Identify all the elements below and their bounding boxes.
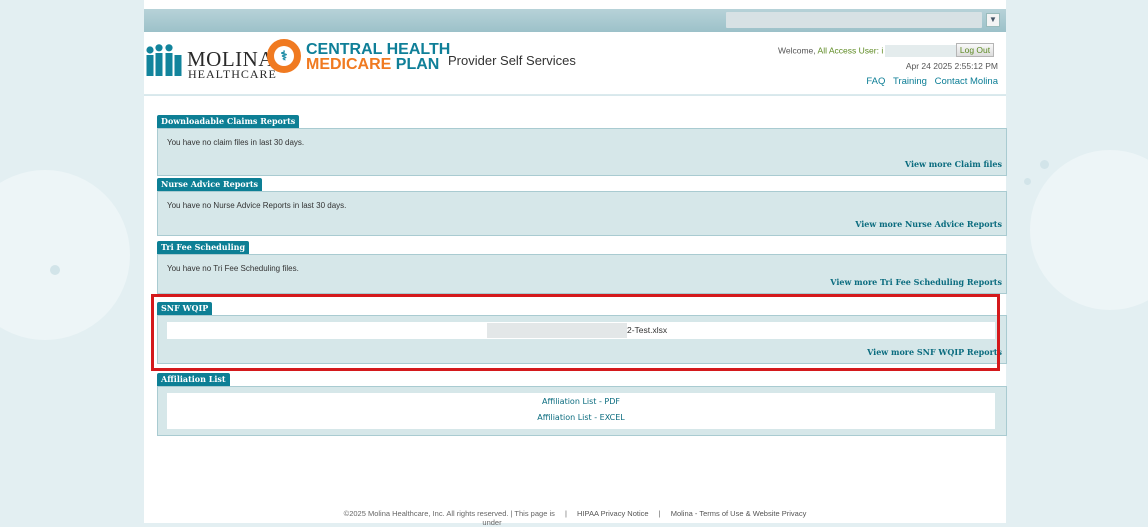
affiliation-list-excel-link[interactable]: Affiliation List - EXCEL [167, 413, 995, 422]
nurse-advice-panel: You have no Nurse Advice Reports in last… [157, 191, 1007, 236]
page-container: ▼ MOLINA HEALTHCARE ⚕ CENTRAL HEALTH MED… [144, 0, 1007, 527]
snf-wqip-tab: SNF WQIP [157, 302, 213, 315]
nurse-advice-message: You have no Nurse Advice Reports in last… [167, 201, 347, 210]
redacted-username [885, 45, 962, 57]
background-node [50, 265, 60, 275]
nurse-advice-section: Nurse Advice Reports You have no Nurse A… [157, 178, 1007, 236]
molina-people-icon [146, 44, 182, 76]
hipaa-privacy-link[interactable]: HIPAA Privacy Notice [577, 509, 649, 518]
welcome-text: Welcome, All Access User: i [778, 45, 962, 57]
background-decoration-left [0, 170, 130, 340]
header-links: FAQ Training Contact Molina [861, 76, 998, 87]
footer: ©2025 Molina Healthcare, Inc. All rights… [144, 509, 1006, 527]
current-datetime: Apr 24 2025 2:55:12 PM [905, 61, 998, 71]
snf-wqip-file-row: 2-Test.xlsx [167, 322, 995, 339]
affiliation-list-box: Affiliation List - PDF Affiliation List … [167, 393, 995, 429]
central-health-logo: ⚕ CENTRAL HEALTH MEDICARE PLAN [267, 39, 450, 83]
tri-fee-tab: Tri Fee Scheduling [157, 241, 250, 254]
redacted-selector[interactable] [726, 12, 982, 28]
tri-fee-panel: You have no Tri Fee Scheduling files. Vi… [157, 254, 1007, 294]
molina-logo: MOLINA HEALTHCARE [144, 44, 276, 84]
faq-link[interactable]: FAQ [866, 76, 885, 87]
view-more-snf-wqip-link[interactable]: View more SNF WQIP Reports [867, 347, 1002, 357]
view-more-tri-fee-link[interactable]: View more Tri Fee Scheduling Reports [830, 277, 1002, 287]
affiliation-list-panel: Affiliation List - PDF Affiliation List … [157, 386, 1007, 436]
claims-reports-panel: You have no claim files in last 30 days.… [157, 128, 1007, 176]
molina-logo-subtitle: HEALTHCARE [188, 67, 277, 81]
snf-wqip-panel: 2-Test.xlsx View more SNF WQIP Reports [157, 315, 1007, 364]
background-node [1040, 160, 1049, 169]
snf-wqip-section: SNF WQIP 2-Test.xlsx View more SNF WQIP … [157, 302, 1007, 364]
chevron-down-icon[interactable]: ▼ [986, 13, 1000, 27]
background-node [1024, 178, 1031, 185]
logout-button[interactable]: Log Out [956, 43, 994, 57]
view-more-nurse-advice-link[interactable]: View more Nurse Advice Reports [855, 219, 1002, 229]
training-link[interactable]: Training [893, 76, 927, 87]
nurse-advice-tab: Nurse Advice Reports [157, 178, 263, 191]
tri-fee-message: You have no Tri Fee Scheduling files. [167, 264, 299, 273]
snf-wqip-file-link[interactable]: 2-Test.xlsx [627, 325, 667, 335]
affiliation-list-pdf-link[interactable]: Affiliation List - PDF [167, 397, 995, 406]
claims-reports-tab: Downloadable Claims Reports [157, 115, 300, 128]
affiliation-list-tab: Affiliation List [157, 373, 230, 386]
central-health-logo-line2: MEDICARE PLAN [306, 56, 440, 73]
portal-title: Provider Self Services [448, 53, 576, 68]
top-bar: ▼ [144, 9, 1006, 32]
tri-fee-section: Tri Fee Scheduling You have no Tri Fee S… [157, 241, 1007, 294]
contact-molina-link[interactable]: Contact Molina [935, 76, 998, 87]
welcome-user: All Access User: i [817, 45, 884, 56]
redacted-file-prefix [487, 323, 627, 338]
terms-privacy-link[interactable]: Molina - Terms of Use & Website Privacy [671, 509, 807, 518]
header: MOLINA HEALTHCARE ⚕ CENTRAL HEALTH MEDIC… [144, 32, 1006, 94]
background-decoration-right [1030, 150, 1148, 310]
view-more-claim-files-link[interactable]: View more Claim files [905, 159, 1002, 169]
affiliation-list-section: Affiliation List Affiliation List - PDF … [157, 373, 1007, 436]
claims-reports-section: Downloadable Claims Reports You have no … [157, 115, 1007, 176]
footer-copyright: ©2025 Molina Healthcare, Inc. All rights… [343, 509, 555, 518]
claims-reports-message: You have no claim files in last 30 days. [167, 138, 305, 147]
central-health-emblem-icon: ⚕ [267, 39, 301, 73]
